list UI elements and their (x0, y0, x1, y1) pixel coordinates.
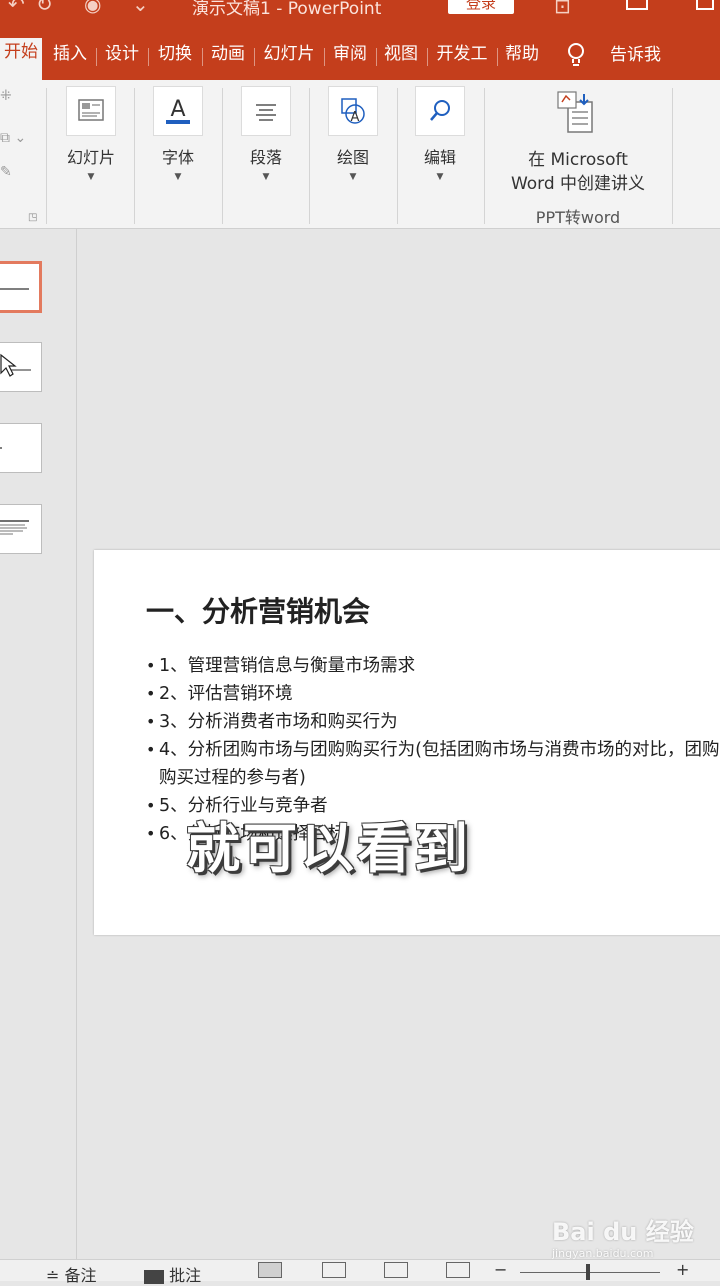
shapes-icon: A (328, 86, 378, 136)
ribbon-tabs: 开始 插入 设计 切换 动画 幻灯片 审阅 视图 开发工 帮助 告诉我 (0, 28, 720, 80)
tab-help[interactable]: 帮助 (500, 40, 544, 80)
ribbon-separator (484, 88, 485, 224)
tab-design[interactable]: 设计 (100, 40, 144, 80)
tab-view[interactable]: 视图 (379, 40, 423, 80)
tab-separator (148, 48, 149, 66)
tab-transitions[interactable]: 切换 (152, 40, 198, 80)
redo-icon[interactable]: ↻ (36, 0, 53, 16)
bullet-item: 2、评估营销环境 (146, 680, 720, 708)
watermark-brand: Bai du 经验 (552, 1218, 694, 1246)
lightbulb-icon[interactable] (566, 42, 586, 68)
slides-icon (66, 86, 116, 136)
undo-icon[interactable]: ↶ (8, 0, 25, 16)
tab-insert[interactable]: 插入 (48, 40, 92, 80)
normal-view-icon[interactable] (258, 1262, 282, 1278)
slide-title[interactable]: 一、分析营销机会 (146, 590, 370, 630)
tab-review[interactable]: 审阅 (328, 40, 372, 80)
tab-animations[interactable]: 动画 (205, 40, 251, 80)
tab-separator (376, 48, 377, 66)
reading-view-icon[interactable] (384, 1262, 408, 1278)
restore-window-icon[interactable] (626, 0, 648, 10)
slideshow-view-icon[interactable] (446, 1262, 470, 1278)
search-icon (415, 86, 465, 136)
ribbon-group-drawing[interactable]: A 绘图 ▼ (321, 86, 385, 182)
quick-access-dropdown-icon[interactable]: ⌄ (132, 0, 149, 16)
slide-thumbnail-2[interactable] (0, 342, 42, 392)
ribbon-group-font[interactable]: A 字体 ▼ (146, 86, 210, 182)
tab-separator (254, 48, 255, 66)
ribbon-group-label: 段落 (249, 148, 282, 167)
slide-sorter-view-icon[interactable] (322, 1262, 346, 1278)
zoom-slider-thumb[interactable] (586, 1264, 590, 1280)
ribbon-separator (222, 88, 223, 224)
chevron-down-icon: ▼ (262, 172, 270, 182)
comments-button[interactable]: 批注 (144, 1262, 201, 1286)
ribbon-separator (672, 88, 673, 224)
font-icon: A (153, 86, 203, 136)
ribbon-group-label: 幻灯片 (66, 148, 115, 167)
close-window-icon[interactable] (696, 0, 714, 10)
notes-button[interactable]: ≐ 备注 (46, 1262, 97, 1286)
svg-text:A: A (351, 110, 360, 125)
slide-thumbnail-4[interactable] (0, 504, 42, 554)
zoom-out-button[interactable]: − (494, 1260, 507, 1279)
ribbon-group-label: 绘图 (336, 148, 369, 167)
paragraph-icon (241, 86, 291, 136)
chevron-down-icon: ▼ (349, 172, 357, 182)
tab-separator (324, 48, 325, 66)
notes-label: 备注 (64, 1266, 97, 1285)
tab-developer[interactable]: 开发工 (430, 40, 494, 80)
zoom-slider-track[interactable] (520, 1272, 660, 1273)
window-title: 演示文稿1 - PowerPoint (192, 0, 382, 19)
ribbon-separator (309, 88, 310, 224)
video-caption: 就可以看到 (186, 817, 471, 880)
ribbon-group-paragraph[interactable]: 段落 ▼ (234, 86, 298, 182)
slide-thumbnail-1[interactable] (0, 261, 42, 313)
ribbon-group-slides[interactable]: 幻灯片 ▼ (59, 86, 123, 182)
comments-label: 批注 (169, 1266, 202, 1285)
copy-icon[interactable]: ⧉ ⌄ (0, 130, 26, 146)
slide-thumbnails-pane (0, 229, 77, 1259)
chevron-down-icon: ▼ (174, 172, 182, 182)
ribbon-group-label: 字体 (161, 148, 194, 167)
word-handout-icon (557, 91, 593, 133)
status-bar: ≐ 备注 批注 − + (0, 1259, 720, 1285)
bullet-item: 1、管理营销信息与衡量市场需求 (146, 652, 720, 680)
tab-separator (96, 48, 97, 66)
format-painter-icon[interactable]: ✎ (0, 164, 12, 180)
chevron-down-icon: ▼ (436, 172, 444, 182)
ribbon-group-label: 编辑 (423, 148, 456, 167)
tab-separator (497, 48, 498, 66)
present-icon[interactable]: ◉ (84, 0, 101, 16)
login-button[interactable]: 登录 (448, 0, 514, 14)
create-handouts-line2: Word 中创建讲义 (510, 174, 646, 194)
slide-thumbnail-3[interactable] (0, 423, 42, 473)
ribbon-group-editing[interactable]: 编辑 ▼ (408, 86, 472, 182)
ribbon-display-icon[interactable]: ⊡ (554, 0, 571, 18)
tab-separator (427, 48, 428, 66)
ribbon-group-ppt-to-word: PPT转word (535, 208, 621, 227)
ribbon-separator (134, 88, 135, 224)
bullet-item: 4、分析团购市场与团购购买行为(包括团购市场与消费市场的对比，团购购买过程的参与… (146, 736, 720, 792)
ribbon-separator (46, 88, 47, 224)
bullet-item: 3、分析消费者市场和购买行为 (146, 708, 720, 736)
create-handouts-line1: 在 Microsoft (528, 150, 628, 170)
tab-slideshow[interactable]: 幻灯片 (258, 40, 320, 80)
tab-separator (202, 48, 203, 66)
baidu-watermark: Bai du 经验 jingyan.baidu.com (552, 1212, 712, 1264)
tell-me-search[interactable]: 告诉我 (610, 40, 661, 65)
ribbon-home: ⁜ ⧉ ⌄ ✎ ◳ 幻灯片 ▼ A 字体 ▼ 段落 ▼ A 绘图 ▼ 编辑 ▼ … (0, 80, 720, 229)
tab-home[interactable]: 开始 (0, 38, 42, 80)
notes-icon: ≐ (46, 1266, 65, 1285)
title-bar: ↶ ↻ ◉ ⌄ 演示文稿1 - PowerPoint 登录 ⊡ (0, 0, 720, 28)
zoom-in-button[interactable]: + (676, 1260, 689, 1279)
cut-icon[interactable]: ⁜ (0, 88, 12, 104)
mouse-cursor-icon (0, 353, 31, 377)
svg-text:A: A (170, 97, 185, 122)
clipboard-launcher-icon[interactable]: ◳ (28, 212, 37, 223)
comment-icon (144, 1269, 164, 1284)
create-handouts-button[interactable]: 在 Microsoft Word 中创建讲义 PPT转word (490, 88, 666, 228)
ribbon-separator (397, 88, 398, 224)
chevron-down-icon: ▼ (87, 172, 95, 182)
